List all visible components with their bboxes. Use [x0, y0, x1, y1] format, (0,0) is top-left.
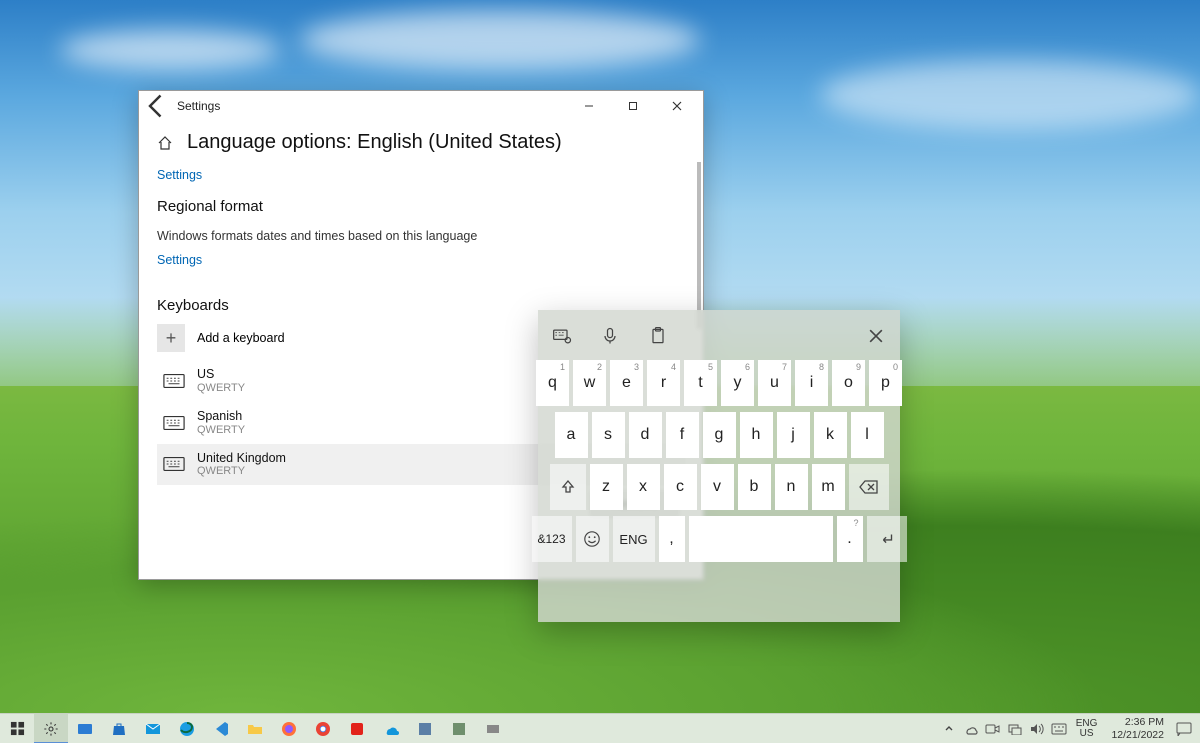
close-keyboard-button[interactable]: [866, 326, 886, 346]
key-r[interactable]: 4r: [647, 360, 680, 406]
emoji-key[interactable]: [576, 516, 609, 562]
desktop: Settings Language options: English (Unit…: [0, 0, 1200, 743]
tray-network-icon[interactable]: [1004, 714, 1026, 743]
keyboard-layout: QWERTY: [197, 382, 245, 394]
keyboard-name: Spanish: [197, 410, 245, 424]
taskbar-app-1[interactable]: [68, 714, 102, 743]
keyboard-settings-icon[interactable]: [552, 326, 572, 346]
space-key[interactable]: [689, 516, 833, 562]
keyboard-layout: QWERTY: [197, 424, 245, 436]
maximize-button[interactable]: [611, 91, 655, 121]
settings-link-2[interactable]: Settings: [157, 253, 202, 267]
key-i[interactable]: 8i: [795, 360, 828, 406]
symbols-key[interactable]: &123: [532, 516, 572, 562]
keyboard-layout: QWERTY: [197, 465, 286, 477]
language-key[interactable]: ENG: [613, 516, 655, 562]
key-p[interactable]: 0p: [869, 360, 902, 406]
plus-icon: +: [157, 324, 185, 352]
taskbar-app-store[interactable]: [102, 714, 136, 743]
key-y[interactable]: 6y: [721, 360, 754, 406]
key-s[interactable]: s: [592, 412, 625, 458]
tray-volume-icon[interactable]: [1026, 714, 1048, 743]
settings-link-1[interactable]: Settings: [157, 168, 202, 182]
shift-key[interactable]: [550, 464, 586, 510]
key-o[interactable]: 9o: [832, 360, 865, 406]
clipboard-icon[interactable]: [648, 326, 668, 346]
regional-format-desc: Windows formats dates and times based on…: [157, 229, 685, 243]
keyboard-name: US: [197, 368, 245, 382]
page-header: Language options: English (United States…: [139, 121, 703, 162]
tray-onedrive-icon[interactable]: [960, 714, 982, 743]
back-button[interactable]: [143, 92, 171, 120]
taskbar-app-edge[interactable]: [170, 714, 204, 743]
taskbar: ENG US 2:36 PM 12/21/2022: [0, 713, 1200, 743]
microphone-icon[interactable]: [600, 326, 620, 346]
add-keyboard-label: Add a keyboard: [197, 331, 285, 345]
taskbar-app-settings[interactable]: [34, 714, 68, 743]
close-button[interactable]: [655, 91, 699, 121]
tray-meet-now-icon[interactable]: [982, 714, 1004, 743]
page-title: Language options: English (United States…: [187, 131, 562, 154]
enter-key[interactable]: [867, 516, 907, 562]
keyboard-toolbar: [544, 316, 894, 356]
taskbar-app-acrobat[interactable]: [340, 714, 374, 743]
tray-language-indicator[interactable]: ENG US: [1070, 719, 1104, 739]
key-f[interactable]: f: [666, 412, 699, 458]
key-g[interactable]: g: [703, 412, 736, 458]
taskbar-app-explorer[interactable]: [238, 714, 272, 743]
key-x[interactable]: x: [627, 464, 660, 510]
window-title: Settings: [177, 99, 220, 113]
tray-touch-keyboard-icon[interactable]: [1048, 714, 1070, 743]
keyboard-icon: [163, 415, 185, 431]
key-v[interactable]: v: [701, 464, 734, 510]
taskbar-app-chrome[interactable]: [306, 714, 340, 743]
key-d[interactable]: d: [629, 412, 662, 458]
action-center-button[interactable]: [1172, 714, 1196, 743]
key-j[interactable]: j: [777, 412, 810, 458]
tray-clock[interactable]: 2:36 PM 12/21/2022: [1103, 716, 1172, 740]
key-z[interactable]: z: [590, 464, 623, 510]
keyboard-icon: [163, 373, 185, 389]
period-key[interactable]: ? .: [837, 516, 863, 562]
taskbar-app-vscode[interactable]: [204, 714, 238, 743]
taskbar-app-generic-1[interactable]: [408, 714, 442, 743]
key-a[interactable]: a: [555, 412, 588, 458]
backspace-key[interactable]: [849, 464, 889, 510]
minimize-button[interactable]: [567, 91, 611, 121]
keyboard-icon: [163, 456, 185, 472]
key-w[interactable]: 2w: [573, 360, 606, 406]
key-l[interactable]: l: [851, 412, 884, 458]
taskbar-app-mail[interactable]: [136, 714, 170, 743]
comma-key[interactable]: ,: [659, 516, 685, 562]
titlebar[interactable]: Settings: [139, 91, 703, 121]
key-b[interactable]: b: [738, 464, 771, 510]
key-c[interactable]: c: [664, 464, 697, 510]
key-h[interactable]: h: [740, 412, 773, 458]
key-u[interactable]: 7u: [758, 360, 791, 406]
key-n[interactable]: n: [775, 464, 808, 510]
start-button[interactable]: [0, 714, 34, 743]
touch-keyboard: 1q2w3e4r5t6y7u8i9o0p asdfghjkl zxcvbnm &…: [538, 310, 900, 622]
taskbar-app-generic-2[interactable]: [442, 714, 476, 743]
tray-overflow-icon[interactable]: [938, 714, 960, 743]
key-e[interactable]: 3e: [610, 360, 643, 406]
key-t[interactable]: 5t: [684, 360, 717, 406]
key-k[interactable]: k: [814, 412, 847, 458]
taskbar-app-onedrive[interactable]: [374, 714, 408, 743]
home-icon[interactable]: [157, 135, 173, 151]
key-q[interactable]: 1q: [536, 360, 569, 406]
taskbar-app-firefox[interactable]: [272, 714, 306, 743]
keyboard-name: United Kingdom: [197, 452, 286, 466]
regional-format-heading: Regional format: [157, 198, 685, 215]
key-m[interactable]: m: [812, 464, 845, 510]
taskbar-app-generic-3[interactable]: [476, 714, 510, 743]
